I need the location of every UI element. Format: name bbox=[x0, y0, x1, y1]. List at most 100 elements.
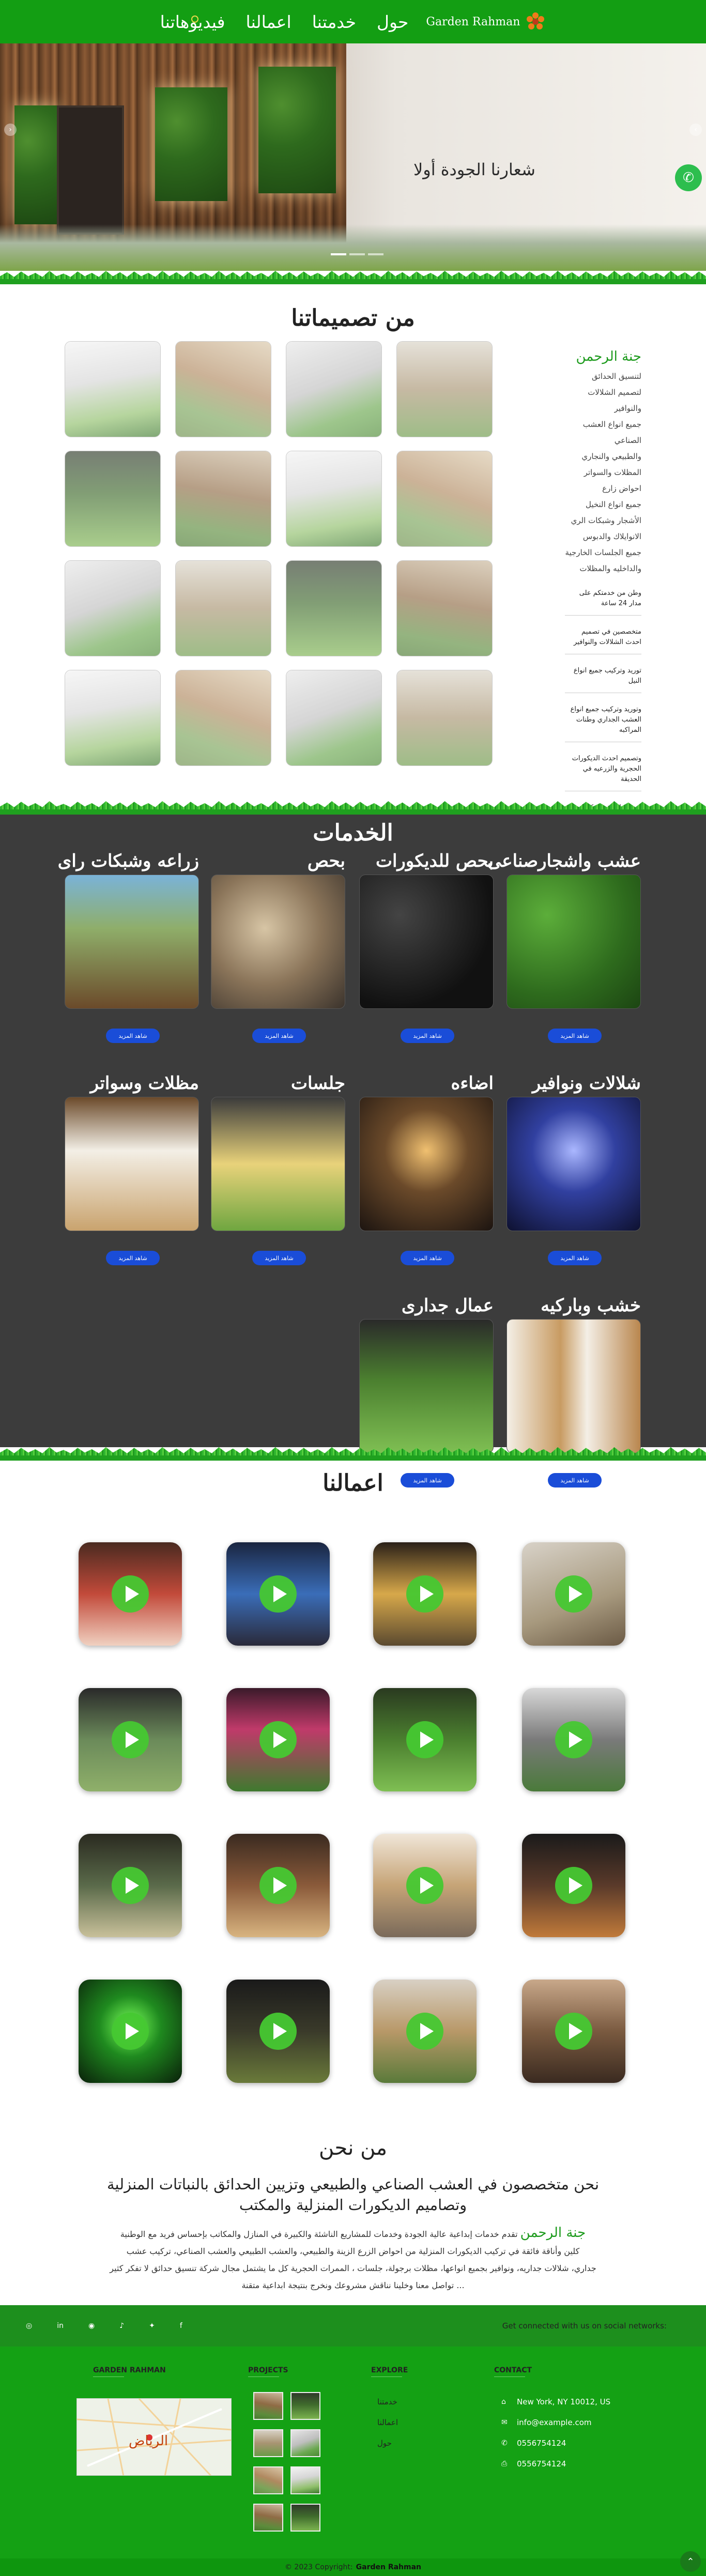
service-card-image[interactable] bbox=[211, 875, 345, 1009]
play-icon[interactable] bbox=[112, 1867, 149, 1904]
nav-toggle-icon[interactable] bbox=[191, 16, 198, 23]
footer-link-services[interactable]: خدمتنا bbox=[377, 2397, 397, 2406]
play-icon[interactable] bbox=[112, 1721, 149, 1758]
play-icon[interactable] bbox=[406, 1721, 443, 1758]
service-more-button[interactable]: شاهد المزيد bbox=[106, 1251, 160, 1265]
service-card-image[interactable] bbox=[507, 1319, 641, 1453]
design-thumbnail[interactable] bbox=[175, 560, 271, 656]
scroll-top-icon[interactable]: ⌃ bbox=[680, 2551, 701, 2572]
work-video-thumbnail[interactable] bbox=[373, 1688, 477, 1791]
work-video-thumbnail[interactable] bbox=[226, 1688, 330, 1791]
project-thumbnail[interactable] bbox=[290, 2466, 320, 2494]
work-video-thumbnail[interactable] bbox=[79, 1980, 182, 2083]
service-more-button[interactable]: شاهد المزيد bbox=[252, 1251, 306, 1265]
slider-dot[interactable] bbox=[368, 253, 383, 255]
work-video-thumbnail[interactable] bbox=[226, 1834, 330, 1937]
slider-prev-icon[interactable]: ‹ bbox=[4, 124, 17, 136]
service-more-button[interactable]: شاهد المزيد bbox=[106, 1029, 160, 1043]
design-thumbnail[interactable] bbox=[286, 341, 382, 437]
work-video-thumbnail[interactable] bbox=[79, 1542, 182, 1646]
service-more-button[interactable]: شاهد المزيد bbox=[548, 1251, 602, 1265]
work-video-thumbnail[interactable] bbox=[522, 1834, 625, 1937]
nav-link-works[interactable]: اعمالنا bbox=[246, 12, 291, 32]
play-icon[interactable] bbox=[555, 1575, 592, 1613]
design-thumbnail[interactable] bbox=[396, 341, 493, 437]
design-thumbnail[interactable] bbox=[175, 670, 271, 766]
copyright-brand[interactable]: Garden Rahman bbox=[356, 2563, 421, 2571]
brand[interactable]: Garden Rahman bbox=[426, 11, 546, 32]
service-card-image[interactable] bbox=[359, 875, 494, 1009]
service-more-button[interactable]: شاهد المزيد bbox=[548, 1029, 602, 1043]
work-video-thumbnail[interactable] bbox=[522, 1542, 625, 1646]
service-more-button[interactable]: شاهد المزيد bbox=[401, 1251, 454, 1265]
slider-next-icon[interactable]: › bbox=[689, 124, 702, 136]
service-more-button[interactable]: شاهد المزيد bbox=[252, 1029, 306, 1043]
nav-link-about[interactable]: حول bbox=[377, 12, 408, 32]
project-thumbnail[interactable] bbox=[290, 2429, 320, 2457]
work-video-thumbnail[interactable] bbox=[226, 1542, 330, 1646]
design-thumbnail[interactable] bbox=[175, 341, 271, 437]
project-thumbnail[interactable] bbox=[253, 2466, 283, 2494]
service-card-image[interactable] bbox=[65, 1097, 199, 1231]
nav-link-services[interactable]: خدمتنا bbox=[312, 12, 356, 32]
project-thumbnail[interactable] bbox=[253, 2392, 283, 2420]
design-thumbnail[interactable] bbox=[396, 670, 493, 766]
work-video-thumbnail[interactable] bbox=[226, 1980, 330, 2083]
design-thumbnail[interactable] bbox=[65, 341, 161, 437]
work-video-thumbnail[interactable] bbox=[79, 1834, 182, 1937]
work-video-thumbnail[interactable] bbox=[522, 1688, 625, 1791]
linkedin-icon[interactable]: in bbox=[57, 2322, 64, 2330]
play-icon[interactable] bbox=[112, 2013, 149, 2050]
play-icon[interactable] bbox=[406, 1867, 443, 1904]
work-video-thumbnail[interactable] bbox=[79, 1688, 182, 1791]
work-video-thumbnail[interactable] bbox=[373, 1834, 477, 1937]
design-thumbnail[interactable] bbox=[286, 451, 382, 547]
whatsapp-icon[interactable]: ✆ bbox=[675, 164, 702, 191]
play-icon[interactable] bbox=[406, 2013, 443, 2050]
slider-dot[interactable] bbox=[349, 253, 365, 255]
work-video-thumbnail[interactable] bbox=[373, 1542, 477, 1646]
play-icon[interactable] bbox=[259, 1575, 297, 1613]
design-thumbnail[interactable] bbox=[286, 560, 382, 656]
play-icon[interactable] bbox=[555, 2013, 592, 2050]
design-thumbnail[interactable] bbox=[396, 560, 493, 656]
instagram-icon[interactable]: ◉ bbox=[88, 2322, 95, 2330]
project-thumbnail[interactable] bbox=[253, 2429, 283, 2457]
play-icon[interactable] bbox=[406, 1575, 443, 1613]
footer-link-about[interactable]: حول bbox=[377, 2439, 392, 2448]
footer-link-works[interactable]: اعمالنا bbox=[377, 2418, 398, 2427]
play-icon[interactable] bbox=[259, 1867, 297, 1904]
slider-dot[interactable] bbox=[331, 253, 346, 255]
twitter-icon[interactable]: ✦ bbox=[149, 2322, 155, 2330]
service-card-image[interactable] bbox=[65, 875, 199, 1009]
design-thumbnail[interactable] bbox=[286, 670, 382, 766]
github-icon[interactable]: ◎ bbox=[26, 2322, 32, 2330]
service-card-image[interactable] bbox=[359, 1097, 494, 1231]
contact-email[interactable]: ✉ info@example.com bbox=[501, 2418, 592, 2427]
play-icon[interactable] bbox=[555, 1867, 592, 1904]
service-more-button[interactable]: شاهد المزيد bbox=[401, 1029, 454, 1043]
service-card-image[interactable] bbox=[507, 1097, 641, 1231]
work-video-thumbnail[interactable] bbox=[373, 1980, 477, 2083]
project-thumbnail[interactable] bbox=[290, 2504, 320, 2532]
location-map[interactable]: الرياض bbox=[76, 2398, 232, 2476]
contact-phone[interactable]: ✆ 0556754124 bbox=[501, 2439, 566, 2448]
project-thumbnail[interactable] bbox=[253, 2504, 283, 2532]
design-thumbnail[interactable] bbox=[65, 670, 161, 766]
contact-phone-2[interactable]: ⎙ 0556754124 bbox=[501, 2459, 566, 2468]
service-card-image[interactable] bbox=[507, 875, 641, 1009]
design-thumbnail[interactable] bbox=[396, 451, 493, 547]
design-thumbnail[interactable] bbox=[65, 451, 161, 547]
project-thumbnail[interactable] bbox=[290, 2392, 320, 2420]
design-thumbnail[interactable] bbox=[65, 560, 161, 656]
play-icon[interactable] bbox=[259, 1721, 297, 1758]
facebook-icon[interactable]: f bbox=[180, 2322, 182, 2330]
tiktok-icon[interactable]: ♪ bbox=[119, 2322, 124, 2330]
play-icon[interactable] bbox=[259, 2013, 297, 2050]
play-icon[interactable] bbox=[555, 1721, 592, 1758]
play-icon[interactable] bbox=[112, 1575, 149, 1613]
service-card-image[interactable] bbox=[359, 1319, 494, 1453]
work-video-thumbnail[interactable] bbox=[522, 1980, 625, 2083]
service-card-image[interactable] bbox=[211, 1097, 345, 1231]
design-thumbnail[interactable] bbox=[175, 451, 271, 547]
